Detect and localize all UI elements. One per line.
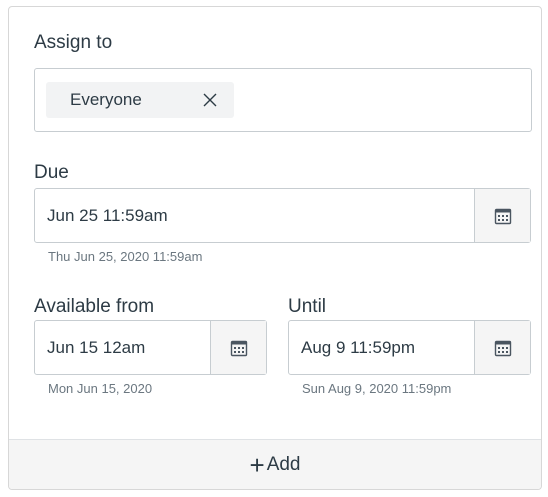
assign-to-label: Assign to — [34, 32, 113, 53]
plus-icon: + — [249, 449, 265, 480]
available-from-hint: Mon Jun 15, 2020 — [48, 381, 153, 396]
available-from-calendar-button[interactable] — [210, 321, 266, 374]
until-label: Until — [288, 296, 327, 317]
available-from-label: Available from — [34, 296, 155, 317]
add-label: Add — [266, 453, 301, 475]
until-calendar-button[interactable] — [474, 321, 530, 374]
assign-to-input[interactable]: Everyone — [34, 68, 532, 132]
available-from-input[interactable] — [35, 321, 210, 374]
due-calendar-button[interactable] — [474, 189, 530, 242]
add-button[interactable]: + Add — [9, 439, 541, 489]
assignee-tag-everyone[interactable]: Everyone — [46, 82, 234, 118]
calendar-icon — [494, 340, 511, 356]
calendar-icon — [230, 340, 247, 356]
available-from-field — [34, 320, 267, 375]
due-date-field — [34, 188, 531, 243]
until-field — [288, 320, 531, 375]
due-label: Due — [34, 162, 69, 183]
due-date-input[interactable] — [35, 189, 474, 242]
close-icon[interactable] — [202, 92, 218, 108]
assignee-tag-label: Everyone — [70, 90, 142, 109]
due-date-hint: Thu Jun 25, 2020 11:59am — [48, 249, 203, 264]
calendar-icon — [494, 208, 511, 224]
until-input[interactable] — [289, 321, 474, 374]
assign-card: Assign to Everyone Due Thu Jun 25, 2020 — [8, 6, 542, 490]
until-hint: Sun Aug 9, 2020 11:59pm — [302, 381, 452, 396]
